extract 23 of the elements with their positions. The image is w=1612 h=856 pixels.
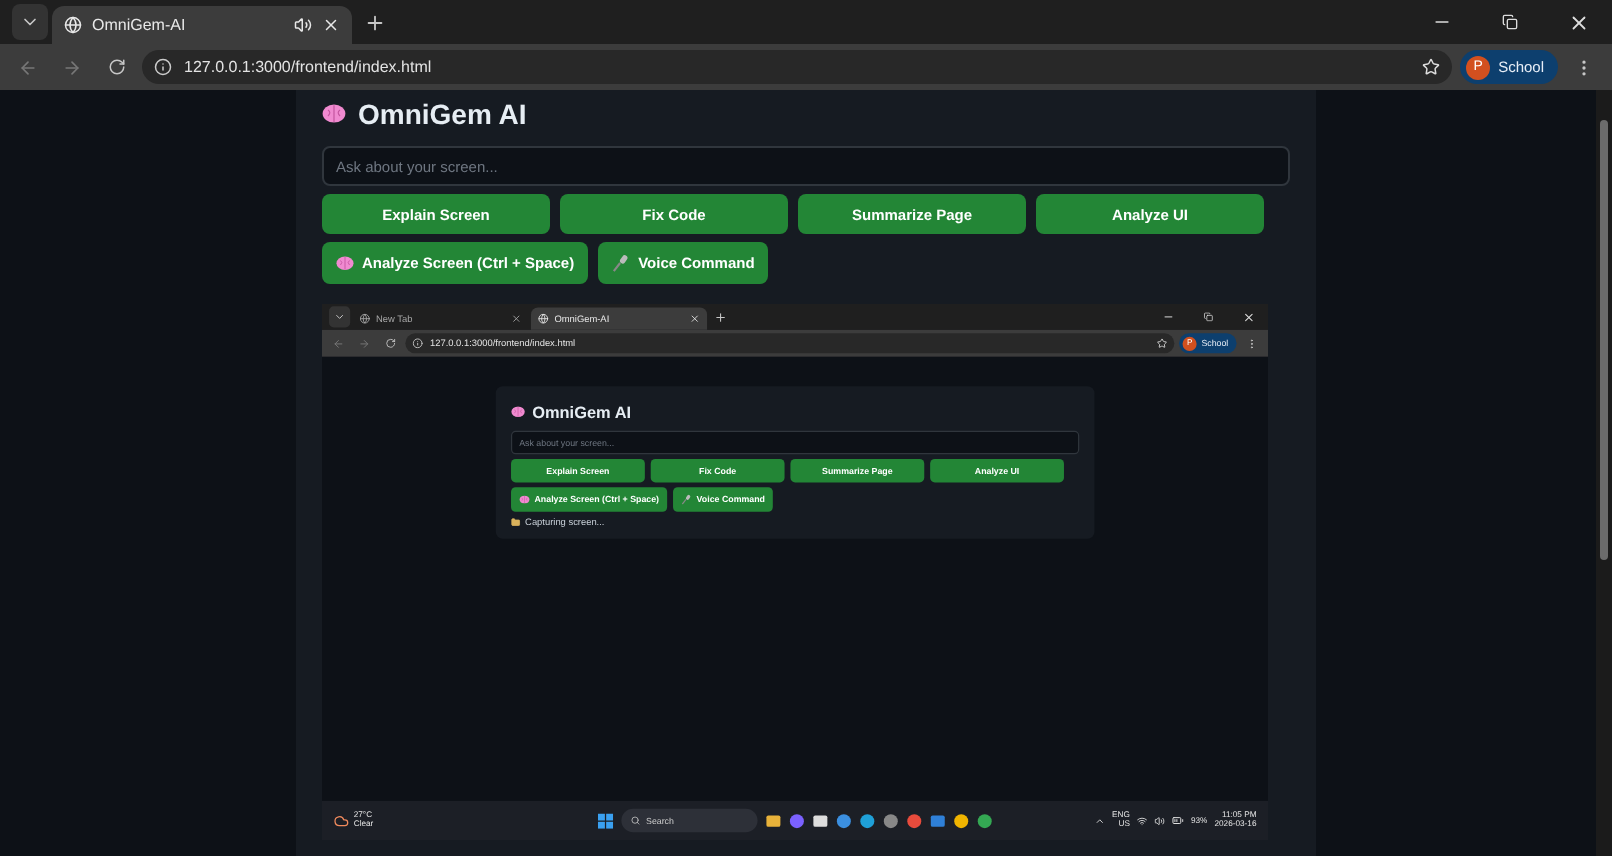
browser-tab[interactable]: OmniGem-AI (52, 6, 352, 44)
app-title: OmniGem AI (532, 402, 632, 422)
new-tab-icon[interactable] (363, 11, 385, 33)
star-icon[interactable] (1422, 58, 1441, 76)
start-icon[interactable] (597, 812, 614, 829)
scrollbar[interactable] (1596, 90, 1612, 856)
speaker-icon (294, 16, 312, 34)
restore-icon[interactable] (1502, 14, 1518, 30)
microphone-icon (681, 494, 692, 505)
forward-icon[interactable] (62, 57, 82, 77)
brain-icon (322, 104, 346, 124)
globe-icon (64, 16, 82, 34)
close-icon[interactable] (1567, 11, 1589, 33)
app-title: OmniGem AI (358, 98, 527, 130)
address-bar[interactable]: 127.0.0.1:3000/frontend/index.html (142, 50, 1453, 84)
info-icon (154, 58, 172, 76)
microphone-icon (612, 254, 631, 272)
folder-icon (511, 517, 521, 527)
brain-icon (511, 406, 526, 418)
reload-icon[interactable] (107, 58, 125, 76)
back-icon[interactable] (18, 57, 38, 77)
brain-icon (336, 255, 354, 271)
brain-icon (519, 495, 530, 504)
